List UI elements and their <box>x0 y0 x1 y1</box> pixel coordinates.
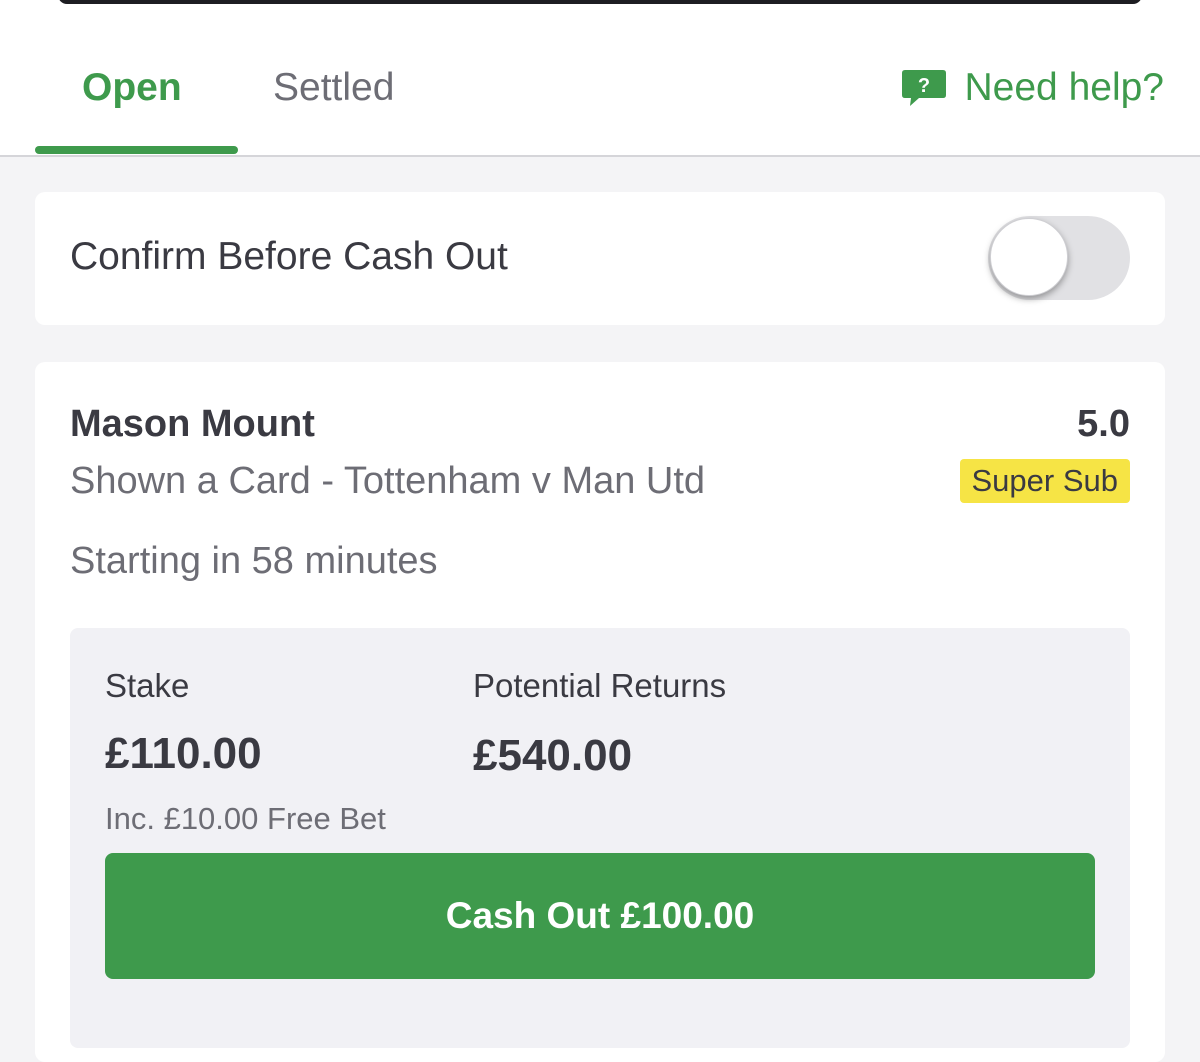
tab-open[interactable]: Open <box>82 66 182 110</box>
help-chat-icon: ? <box>901 68 947 108</box>
potential-returns-label: Potential Returns <box>473 667 727 704</box>
tab-settled[interactable]: Settled <box>273 66 394 110</box>
top-dark-bar <box>58 0 1142 4</box>
free-bet-note: Inc. £10.00 Free Bet <box>105 801 386 836</box>
bets-tabs-header: Open Settled ? Need help? <box>0 22 1200 157</box>
need-help-link[interactable]: ? Need help? <box>901 66 1165 110</box>
help-icon-glyph: ? <box>917 75 929 97</box>
selection-name: Mason Mount <box>70 403 315 445</box>
potential-returns-value: £540.00 <box>473 731 633 780</box>
event-start-time: Starting in 58 minutes <box>70 540 438 582</box>
confirm-cash-out-toggle[interactable] <box>988 216 1130 300</box>
stake-summary: Stake Potential Returns £110.00 £540.00 … <box>70 628 1130 1048</box>
bet-market: Shown a Card - Tottenham v Man Utd <box>70 460 706 502</box>
super-sub-badge: Super Sub <box>959 459 1130 503</box>
need-help-label: Need help? <box>964 66 1165 109</box>
bet-odds: 5.0 <box>1077 403 1130 445</box>
confirm-cash-out-label: Confirm Before Cash Out <box>70 235 508 278</box>
bet-card: Mason Mount 5.0 Shown a Card - Tottenham… <box>35 362 1165 1062</box>
confirm-cash-out-setting: Confirm Before Cash Out <box>35 192 1165 325</box>
top-strip <box>0 0 1200 22</box>
cash-out-button[interactable]: Cash Out £100.00 <box>105 853 1095 979</box>
stake-value: £110.00 <box>105 729 262 778</box>
active-tab-indicator <box>35 146 238 154</box>
stake-label: Stake <box>105 667 190 704</box>
toggle-knob <box>990 218 1068 296</box>
